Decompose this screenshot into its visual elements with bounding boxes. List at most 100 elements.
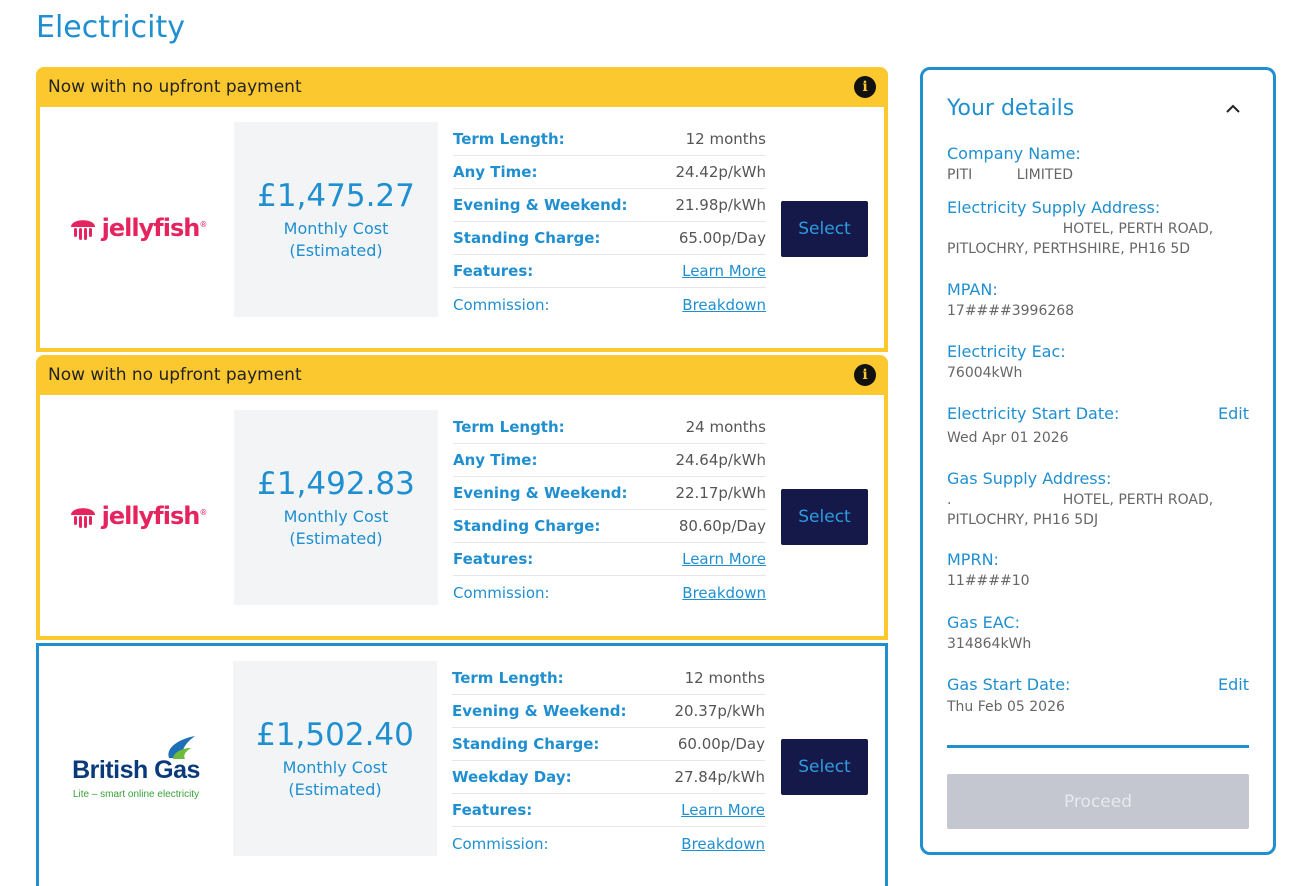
spec-row: Features: Learn More [453,543,766,576]
select-button[interactable]: Select [781,489,868,545]
spec-value: 12 months [685,130,766,148]
british-gas-tagline: Lite – smart online electricity [72,789,200,800]
learn-more-link[interactable]: Learn More [681,801,765,819]
offer-card: British Gas Lite – smart online electric… [36,643,888,886]
details-header[interactable]: Your details [947,96,1249,121]
field-label-text: Electricity Supply Address: [947,198,1161,217]
edit-gas-start-date-link[interactable]: Edit [1218,675,1249,694]
spec-key: Standing Charge: [453,517,601,535]
spec-row: Any Time: 24.64p/kWh [453,444,766,477]
field-value: Wed Apr 01 2026 [947,428,1249,448]
monthly-cost-value: £1,492.83 [257,465,415,502]
info-icon[interactable]: i [854,76,876,98]
monthly-cost-value: £1,502.40 [256,716,414,753]
field-label-text: Gas Supply Address: [947,469,1112,488]
spec-key: Term Length: [453,130,565,148]
monthly-cost-value: £1,475.27 [257,177,415,214]
field-value: Thu Feb 05 2026 [947,697,1249,717]
cost-label-line: Monthly Cost [283,218,389,238]
proceed-button[interactable]: Proceed [947,774,1249,829]
promo-banner: Now with no upfront payment i [40,355,884,395]
field-label: MPRN: [947,550,1249,569]
spec-row: Commission: Breakdown [453,576,766,609]
offer-body: jellyfish® £1,492.83 Monthly Cost (Estim… [40,395,884,636]
field-value: PITI LIMITED [947,165,1249,185]
field-value: 17####3996268 [947,301,1249,321]
spec-key: Standing Charge: [452,735,600,753]
field-label-text: Electricity Start Date: [947,404,1120,423]
details-title: Your details [947,96,1075,121]
field-value-line: HOTEL, PERTH ROAD, [947,221,1214,237]
spec-row: Features: Learn More [452,794,765,827]
jellyfish-logo: jellyfish® [68,501,207,531]
spec-value: 24.64p/kWh [675,451,766,469]
british-gas-wordmark: British Gas [72,756,200,784]
edit-electricity-start-date-link[interactable]: Edit [1218,404,1249,423]
info-icon[interactable]: i [854,364,876,386]
detail-company-name: Company Name: PITI LIMITED [947,144,1249,185]
spec-value: 24 months [685,418,766,436]
spec-row: Term Length: 12 months [452,662,765,695]
field-label-text: Gas Start Date: [947,675,1071,694]
spec-row: Features: Learn More [453,255,766,288]
field-label-text: Gas EAC: [947,613,1020,632]
field-label-text: MPRN: [947,550,999,569]
tariff-spec-table: Term Length: 12 months Any Time: 24.42p/kW… [453,123,766,321]
field-value: 314864kWh [947,634,1249,654]
field-value-line: 11####10 [947,573,1030,589]
spec-key: Term Length: [453,418,565,436]
spec-value: 22.17p/kWh [675,484,766,502]
promo-banner: Now with no upfront payment i [40,67,884,107]
spec-key: Term Length: [452,669,564,687]
supplier-logo: jellyfish® [40,395,234,636]
spec-row: Term Length: 12 months [453,123,766,156]
spec-value: 60.00p/Day [677,735,765,753]
field-label-text: Electricity Eac: [947,342,1066,361]
monthly-cost-box: £1,492.83 Monthly Cost (Estimated) [234,410,438,605]
spec-key: Commission: [453,295,550,314]
monthly-cost-box: £1,502.40 Monthly Cost (Estimated) [233,661,437,856]
field-value: HOTEL, PERTH ROAD, PITLOCHRY, PERTHSHIRE… [947,219,1249,259]
learn-more-link[interactable]: Learn More [682,262,766,280]
field-value-line: PITI LIMITED [947,167,1074,183]
spec-value: 21.98p/kWh [675,196,766,214]
spec-key: Commission: [453,583,550,602]
spec-key: Evening & Weekend: [453,196,628,214]
detail-electricity-supply-address: Electricity Supply Address: HOTEL, PERTH… [947,198,1249,259]
field-label-text: Company Name: [947,144,1081,163]
promo-text: Now with no upfront payment [48,365,302,385]
cost-label-line: (Estimated) [288,779,382,799]
spec-row: Evening & Weekend: 20.37p/kWh [452,695,765,728]
spec-row: Evening & Weekend: 22.17p/kWh [453,477,766,510]
field-label: MPAN: [947,280,1249,299]
spec-row: Standing Charge: 80.60p/Day [453,510,766,543]
commission-breakdown-link[interactable]: Breakdown [682,584,766,602]
select-button[interactable]: Select [781,201,868,257]
your-details-panel: Your details Company Name: PITI LIMITED … [920,67,1276,855]
spec-key: Standing Charge: [453,229,601,247]
detail-gas-start-date: Gas Start Date: Edit Thu Feb 05 2026 [947,675,1249,717]
field-label: Gas Supply Address: [947,469,1249,488]
commission-breakdown-link[interactable]: Breakdown [681,835,765,853]
chevron-up-icon[interactable] [1225,99,1241,118]
select-button[interactable]: Select [781,739,868,795]
commission-breakdown-link[interactable]: Breakdown [682,296,766,314]
learn-more-link[interactable]: Learn More [682,550,766,568]
offer-card: Now with no upfront payment i jellyfish®… [36,67,888,352]
field-value-line: PITLOCHRY, PERTHSHIRE, PH16 5D [947,241,1191,257]
spec-row: Standing Charge: 60.00p/Day [452,728,765,761]
jellyfish-wordmark: jellyfish® [101,501,208,530]
spec-key: Features: [453,262,534,280]
field-value-line: 314864kWh [947,636,1032,652]
spec-row: Evening & Weekend: 21.98p/kWh [453,189,766,222]
spec-row: Term Length: 24 months [453,411,766,444]
jellyfish-icon [70,219,95,240]
monthly-cost-label: Monthly Cost (Estimated) [283,757,388,801]
spec-value: 80.60p/Day [678,517,766,535]
detail-gas-supply-address: Gas Supply Address: . HOTEL, PERTH ROAD,… [947,469,1249,530]
spec-key: Weekday Day: [452,768,572,786]
field-value-line: Thu Feb 05 2026 [947,699,1065,715]
field-label: Electricity Start Date: Edit [947,404,1249,423]
monthly-cost-label: Monthly Cost (Estimated) [284,506,389,550]
spec-key: Commission: [452,834,549,853]
